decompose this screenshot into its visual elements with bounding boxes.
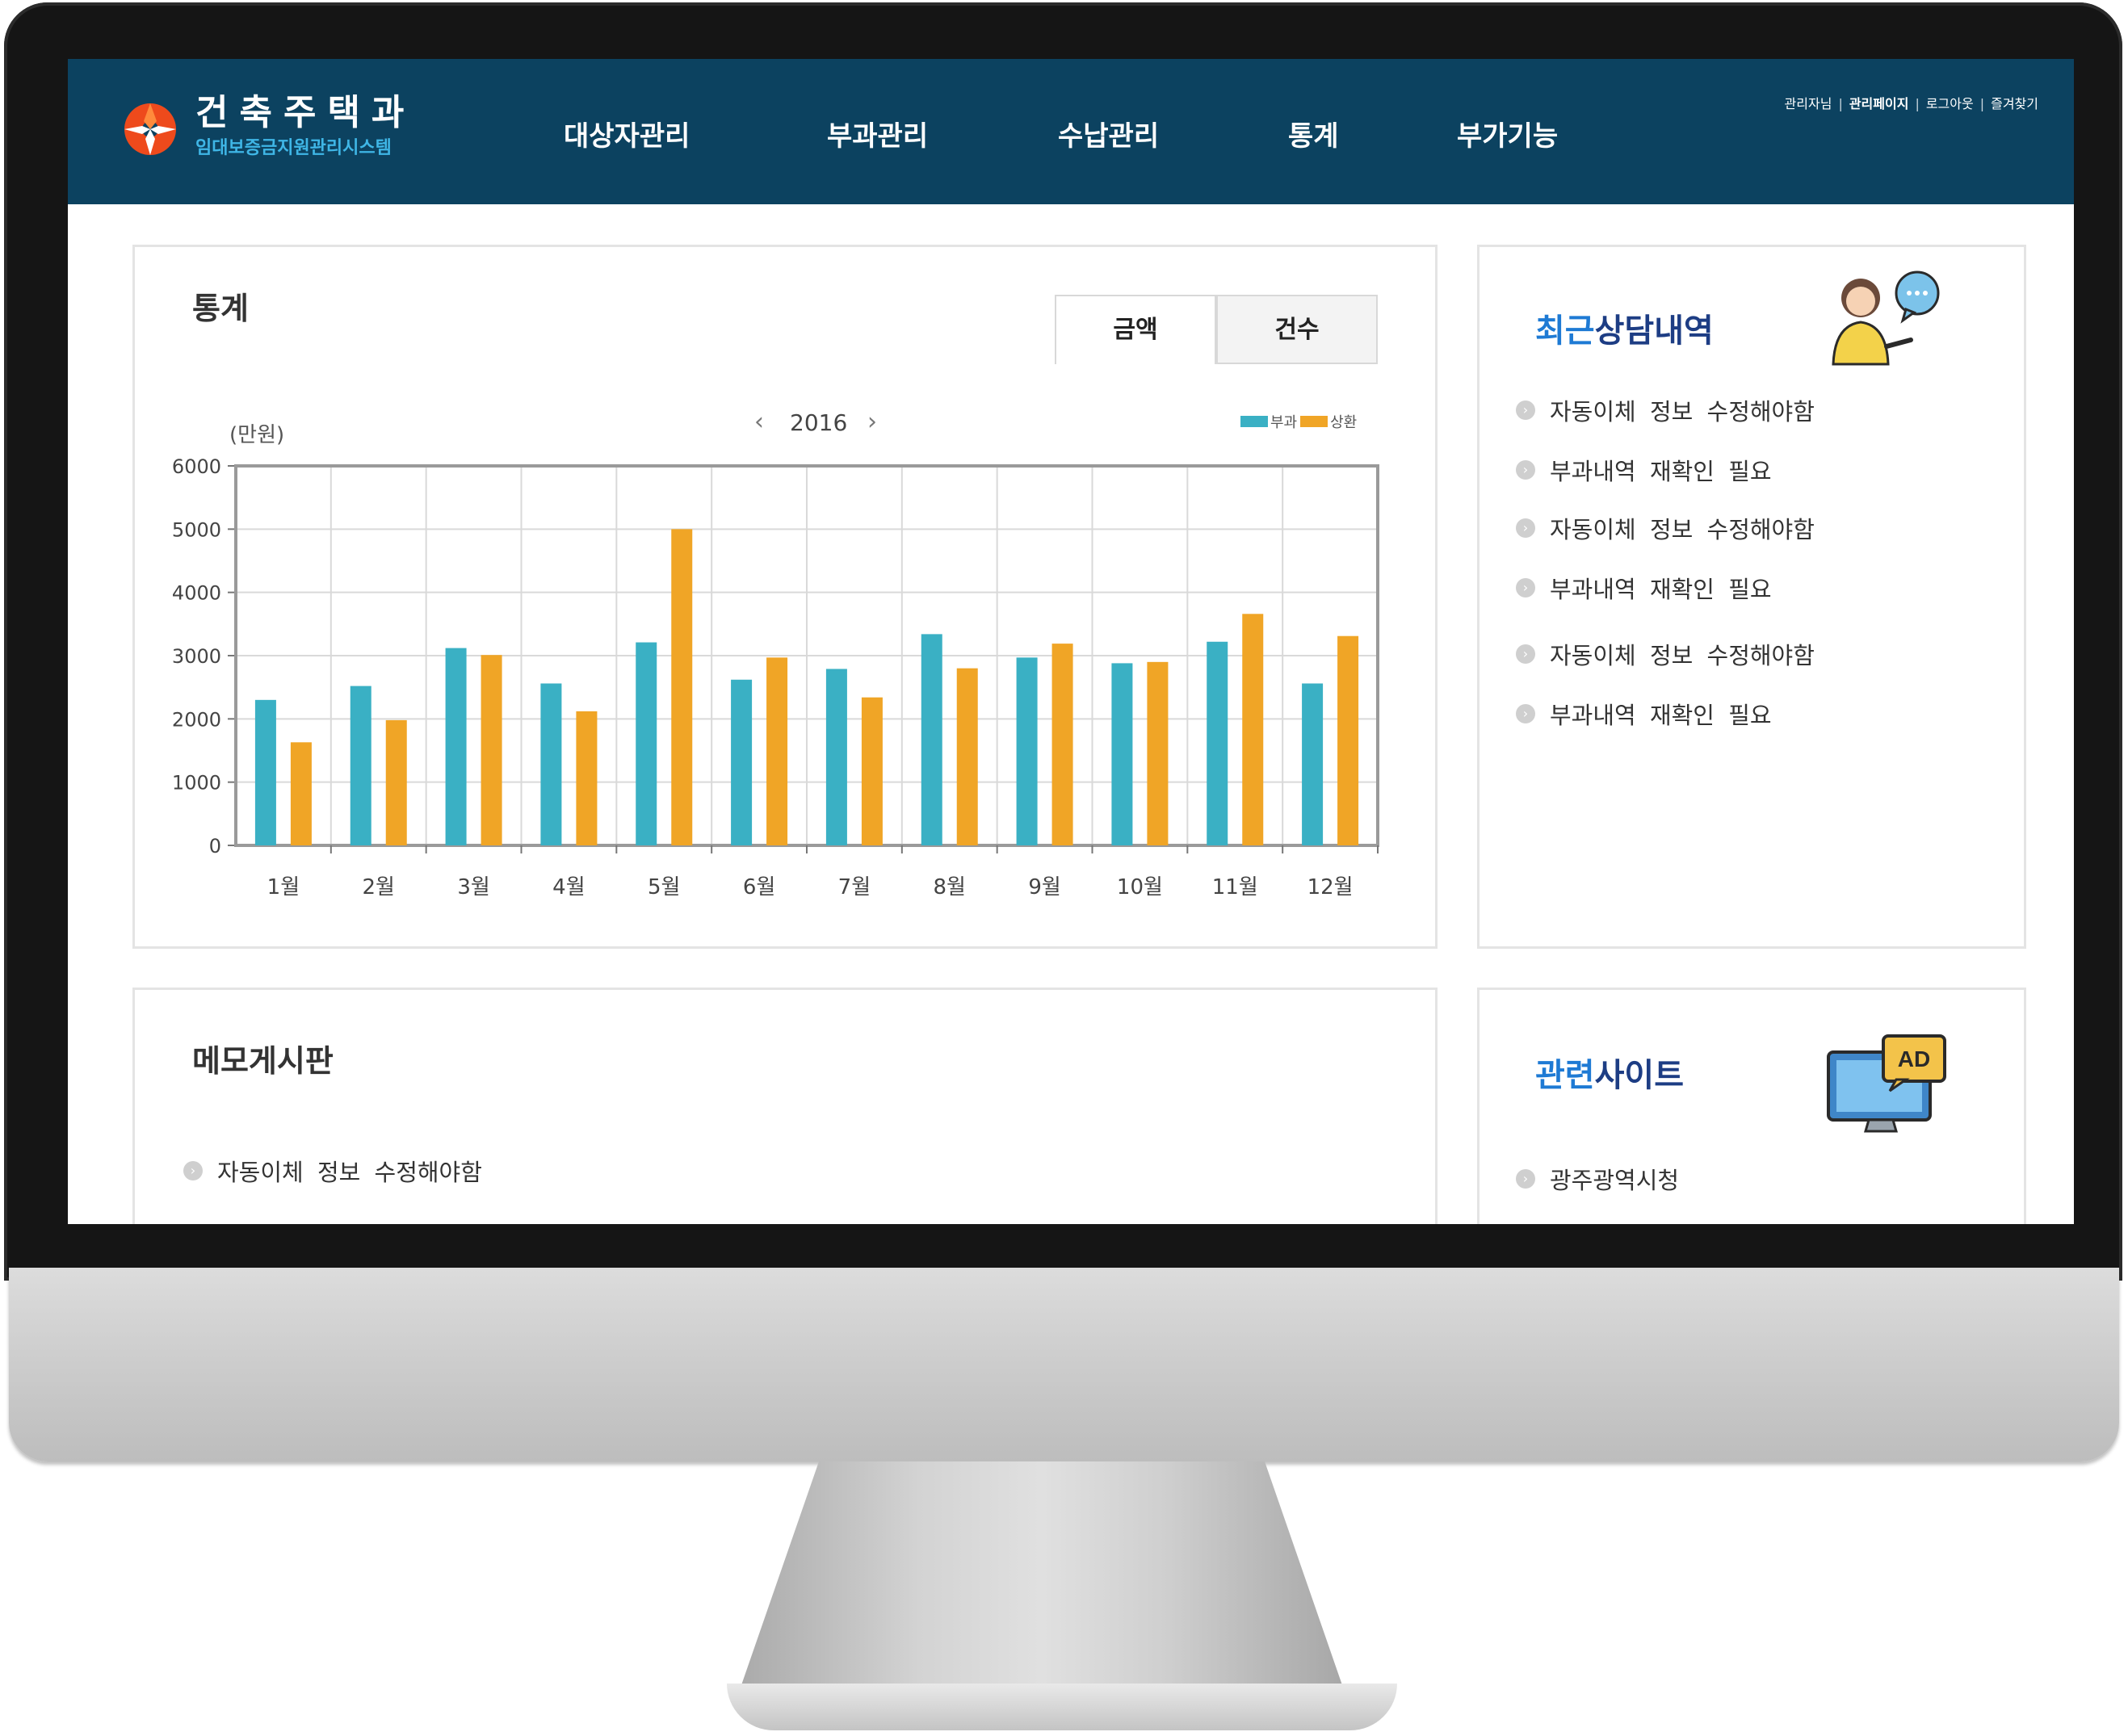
y-tick-label: 4000 <box>172 582 221 605</box>
bar-repay <box>671 529 693 845</box>
bar-levy <box>1302 683 1324 845</box>
util-favorites[interactable]: 즐겨찾기 <box>1991 96 2038 111</box>
memo-item[interactable]: › 자동이체 정보 수정해야함 <box>183 1154 482 1188</box>
x-tick-label: 1월 <box>267 875 300 899</box>
x-tick-label: 12월 <box>1307 875 1354 899</box>
bar-repay <box>481 655 502 845</box>
monitor-foot <box>727 1684 1397 1730</box>
bar-repay <box>1051 644 1073 845</box>
x-tick-label: 11월 <box>1212 875 1258 899</box>
y-tick-label: 2000 <box>172 708 221 731</box>
bar-repay <box>861 697 883 845</box>
util-admin-page[interactable]: 관리페이지 <box>1849 96 1909 111</box>
bar-repay <box>576 711 598 845</box>
x-tick-label: 7월 <box>838 875 871 899</box>
bar-levy <box>350 686 371 845</box>
x-tick-label: 3월 <box>457 875 489 899</box>
y-tick-label: 0 <box>209 835 221 858</box>
bar-levy <box>445 648 467 845</box>
y-tick-label: 5000 <box>172 518 221 541</box>
ad-text: AD <box>1898 1046 1930 1071</box>
bar-levy <box>825 669 847 845</box>
x-tick-label: 4월 <box>552 875 585 899</box>
bar-repay <box>1242 614 1264 845</box>
related-sites-title: 관련사이트 <box>1535 1057 1685 1094</box>
consult-item[interactable]: › 자동이체 정보 수정해야함 <box>1516 511 1815 545</box>
consult-item[interactable]: › 부과내역 재확인 필요 <box>1516 453 1772 487</box>
consult-item[interactable]: › 부과내역 재확인 필요 <box>1516 697 1772 731</box>
x-tick-label: 6월 <box>743 875 775 899</box>
consult-item[interactable]: › 자동이체 정보 수정해야함 <box>1516 637 1815 671</box>
bar-levy <box>636 642 657 845</box>
x-tick-label: 10월 <box>1117 875 1163 899</box>
bar-levy <box>1111 663 1133 845</box>
y-unit-label: (만원) <box>229 423 284 447</box>
screen: 건축주택과 임대보증금지원관리시스템 대상자관리 부과관리 수납관리 통계 부가… <box>68 59 2074 1224</box>
x-tick-label: 8월 <box>934 875 966 899</box>
bar-levy <box>1016 657 1038 845</box>
bar-repay <box>766 657 788 845</box>
bar-repay <box>290 742 312 845</box>
x-tick-label: 5월 <box>648 875 680 899</box>
bar-levy <box>731 679 753 845</box>
bar-repay <box>1147 661 1169 845</box>
nav-extra-features[interactable]: 부가기능 <box>1457 114 1558 153</box>
consult-title: 최근상담내역 <box>1535 312 1714 350</box>
x-tick-label: 9월 <box>1028 875 1060 899</box>
y-tick-label: 3000 <box>172 645 221 668</box>
consult-item[interactable]: › 자동이체 정보 수정해야함 <box>1516 393 1815 427</box>
bar-repay <box>1337 635 1359 845</box>
bar-repay <box>385 719 407 845</box>
statistics-bar-chart: 0 1000 2000 3000 4000 5000 6000 (만원) 1월 2월 3월 4월 5월 6… <box>172 423 1379 899</box>
x-tick-label: 2월 <box>363 875 395 899</box>
bar-levy <box>1207 641 1228 845</box>
bar-levy <box>254 699 276 845</box>
ad-monitor-icon: AD <box>1827 1034 1946 1133</box>
related-site-item[interactable]: › 광주광역시청 <box>1516 1162 1679 1196</box>
consult-item[interactable]: › 부과내역 재확인 필요 <box>1516 571 1772 605</box>
bar-repay <box>956 668 978 845</box>
bar-levy <box>921 634 942 845</box>
monitor-chin <box>9 1268 2119 1461</box>
memo-title: 메모게시판 <box>192 1043 334 1079</box>
consultant-icon <box>1832 270 1940 366</box>
util-logout[interactable]: 로그아웃 <box>1926 96 1974 111</box>
utility-links: 관리자님 | 관리페이지 | 로그아웃 | 즐겨찾기 <box>1784 96 2038 111</box>
y-tick-label: 6000 <box>172 455 221 478</box>
bar-levy <box>540 683 562 845</box>
memo-panel <box>132 988 1438 1224</box>
util-admin-name: 관리자님 <box>1784 96 1832 111</box>
y-tick-label: 1000 <box>172 772 221 795</box>
monitor-stand <box>735 1461 1349 1704</box>
